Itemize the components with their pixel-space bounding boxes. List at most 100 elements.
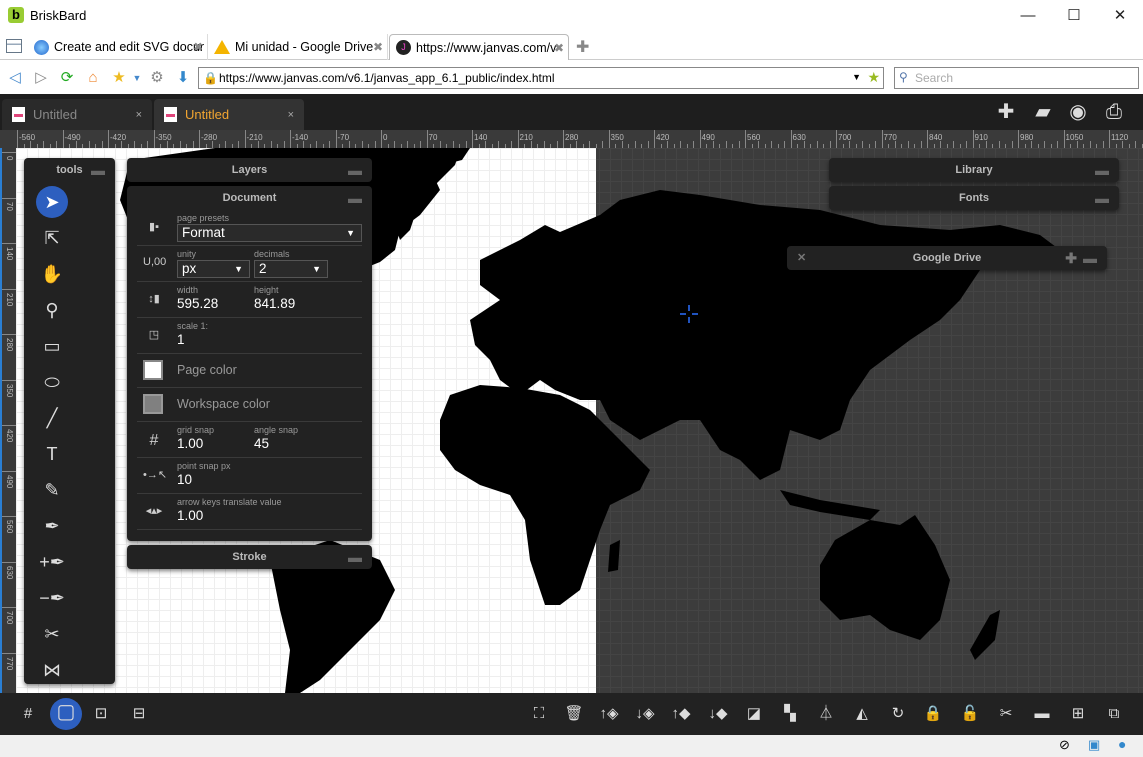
network-globe-icon[interactable]: ● [1118, 736, 1126, 752]
stroke-panel-header[interactable]: Stroke ▬ [127, 545, 372, 569]
minimize-icon[interactable]: ▬ [1095, 158, 1109, 182]
close-doc-tab-icon[interactable]: × [288, 109, 294, 121]
layers-panel-header[interactable]: Layers ▬ [127, 158, 372, 182]
new-document-icon[interactable]: ✚ [994, 100, 1018, 124]
ungroup-icon[interactable]: ▚ [778, 703, 802, 725]
bookmark-dropdown-icon[interactable]: ▼ [128, 69, 146, 87]
workspace-color-swatch[interactable] [143, 394, 163, 414]
unity-select[interactable]: px ▼ [177, 260, 250, 278]
document-panel-header[interactable]: Document ▬ [127, 186, 372, 210]
close-icon[interactable]: ✕ [797, 246, 806, 270]
library-panel-header[interactable]: Library ▬ [829, 158, 1119, 182]
adblock-icon[interactable]: ⊘ [1059, 737, 1070, 753]
close-tab-icon[interactable]: ✖ [193, 40, 203, 54]
maximize-button[interactable]: ☐ [1051, 0, 1097, 32]
add-icon[interactable]: ✚ [1065, 246, 1077, 270]
group-icon[interactable]: ◪ [742, 703, 766, 725]
hand-pan-tool-icon[interactable]: ✋ [36, 258, 68, 290]
pencil-tool-icon[interactable]: ✎ [36, 474, 68, 506]
scissors-tool-icon[interactable]: ✂ [36, 618, 68, 650]
height-value[interactable]: 841.89 [254, 296, 295, 311]
add-bookmark-icon[interactable]: ★ [867, 69, 880, 86]
scale-value[interactable]: 1 [177, 332, 185, 347]
add-transform-icon[interactable]: ⧉ [1102, 703, 1126, 725]
minimize-icon[interactable]: ▬ [1083, 246, 1097, 270]
line-tool-icon[interactable]: ╱ [36, 402, 68, 434]
tools-panel-header[interactable]: tools ▬ [24, 158, 115, 182]
minimize-icon[interactable]: ▬ [348, 545, 362, 569]
flip-vertical-icon[interactable]: ⏃ [814, 703, 838, 725]
save-disc-icon[interactable]: ◉ [1066, 100, 1090, 124]
send-backward-icon[interactable]: ↓◆ [706, 703, 730, 725]
zoom-tool-icon[interactable]: ⚲ [36, 294, 68, 326]
rotate-icon[interactable]: ↻ [886, 703, 910, 725]
bookmark-star-icon[interactable]: ★ [110, 69, 128, 87]
page-color-row[interactable]: Page color [137, 354, 362, 388]
search-input[interactable]: ⚲ Search [894, 67, 1139, 89]
doc-tab-untitled-1[interactable]: Untitled × [2, 99, 152, 130]
google-drive-panel-header[interactable]: ✕ Google Drive ✚ ▬ [787, 246, 1107, 270]
add-anchor-pen-icon[interactable]: +✒ [36, 546, 68, 578]
arrow-keys-value[interactable]: 1.00 [177, 508, 203, 523]
point-snap-value[interactable]: 10 [177, 472, 192, 487]
flip-horizontal-icon[interactable]: ◭ [850, 703, 874, 725]
select-tool-icon[interactable]: ➤ [36, 186, 68, 218]
settings-gear-icon[interactable]: ⚙ [148, 69, 166, 87]
grid-snap-value[interactable]: 1.00 [177, 436, 203, 451]
ellipse-tool-icon[interactable]: ⬭ [36, 366, 68, 398]
home-icon[interactable]: ⌂ [84, 69, 102, 87]
user-profile-icon[interactable]: ▣ [1088, 737, 1100, 753]
url-dropdown-icon[interactable]: ▼ [852, 72, 861, 82]
minimize-icon[interactable]: ▬ [348, 158, 362, 182]
bring-forward-icon[interactable]: ↑◆ [669, 703, 693, 725]
download-icon[interactable]: ⬇ [174, 69, 192, 87]
combine-shapes-icon[interactable]: ▬ [1030, 703, 1054, 725]
fonts-panel-header[interactable]: Fonts ▬ [829, 186, 1119, 210]
rectangle-tool-icon[interactable]: ▭ [36, 330, 68, 362]
pen-tool-icon[interactable]: ✒ [36, 510, 68, 542]
browser-tab-svg[interactable]: Create and edit SVG docur ✖ [28, 34, 208, 60]
direct-select-tool-icon[interactable]: ⇱ [36, 222, 68, 254]
select-bounds-icon[interactable]: ⛶ [527, 703, 551, 725]
browser-tab-janvas[interactable]: J https://www.janvas.com/v ✖ [389, 34, 569, 60]
tab-list-icon[interactable] [6, 39, 22, 53]
minimize-button[interactable]: — [1005, 0, 1051, 32]
angle-snap-value[interactable]: 45 [254, 436, 269, 451]
browser-tab-drive[interactable]: Mi unidad - Google Drive ✖ [208, 34, 388, 60]
width-value[interactable]: 595.28 [177, 296, 218, 311]
page-presets-select[interactable]: Format ▼ [177, 224, 362, 242]
minimize-icon[interactable]: ▬ [1095, 186, 1109, 210]
minimize-icon[interactable]: ▬ [348, 186, 362, 210]
doc-tab-untitled-2[interactable]: Untitled × [154, 99, 304, 130]
vertical-ruler[interactable]: 070140210280350420490560630700770840 [0, 148, 16, 715]
page-color-swatch[interactable] [143, 360, 163, 380]
fit-page-icon[interactable]: ⊡ [89, 703, 113, 725]
back-icon[interactable]: ◁ [6, 69, 24, 87]
add-shape-icon[interactable]: ⊞ [1066, 703, 1090, 725]
delete-trash-icon[interactable]: 🗑 [562, 703, 586, 725]
address-bar[interactable]: 🔒 https://www.janvas.com/v6.1/janvas_app… [198, 67, 884, 89]
bring-to-front-icon[interactable]: ↑◈ [597, 703, 621, 725]
close-tab-icon[interactable]: ✖ [373, 40, 383, 54]
minimize-icon[interactable]: ▬ [91, 158, 105, 182]
open-folder-icon[interactable]: ▰ [1031, 100, 1055, 124]
horizontal-ruler[interactable]: -560 -490 -420 -350 -280 -210 -140 -70 0 70 140 210… [0, 130, 1143, 148]
new-tab-button[interactable]: ✚ [576, 37, 589, 57]
send-to-back-icon[interactable]: ↓◈ [633, 703, 657, 725]
close-doc-tab-icon[interactable]: × [136, 109, 142, 121]
workspace-color-row[interactable]: Workspace color [137, 388, 362, 422]
close-window-button[interactable]: ✕ [1097, 0, 1143, 32]
cut-path-scissors-icon[interactable]: ✂ [994, 703, 1018, 725]
print-icon[interactable]: ⎙ [1102, 100, 1126, 124]
convert-anchor-tool-icon[interactable]: ⋈ [36, 654, 68, 686]
decimals-select[interactable]: 2 ▼ [254, 260, 328, 278]
page-view-icon[interactable]: ▢ [54, 701, 78, 723]
grid-toggle-icon[interactable]: # [16, 703, 40, 725]
text-tool-icon[interactable]: T [36, 438, 68, 470]
unlock-icon[interactable]: 🔓 [958, 703, 982, 725]
remove-anchor-pen-icon[interactable]: −✒ [36, 582, 68, 614]
close-tab-icon[interactable]: ✖ [554, 41, 564, 55]
align-panel-icon[interactable]: ⊟ [127, 703, 151, 725]
forward-icon[interactable]: ▷ [32, 69, 50, 87]
reload-icon[interactable]: ⟳ [58, 69, 76, 87]
